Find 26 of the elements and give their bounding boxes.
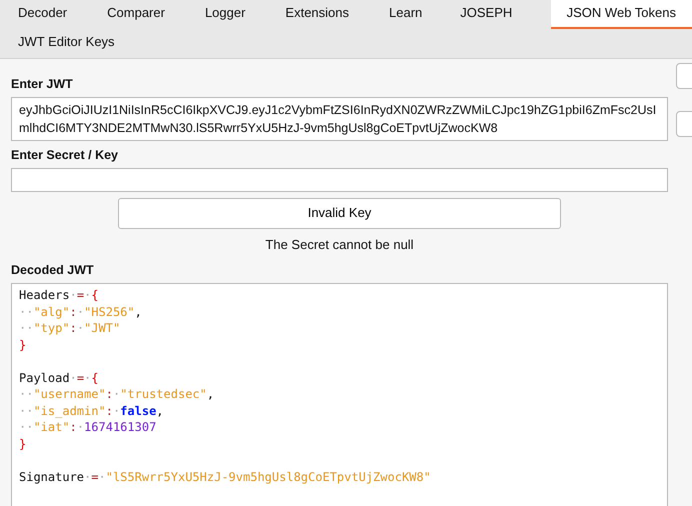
code-line: ··"is_admin":·false, (19, 402, 165, 419)
code-line: } (19, 336, 28, 353)
code-line: ··"username":·"trustedsec", (19, 386, 216, 402)
code-line: ··"iat":·1674161307 (19, 419, 158, 436)
jwt-input-field[interactable]: eyJhbGciOiJIUzI1NiIsInR5cCI6IkpXVCJ9.eyJ1c2VybmFtZSI6InRydXN0ZWRzZWMiLCJpc19hZG1pbiI6ZmFsc2UsImlhdCI6MTY3NDE2MTMwN30.lS5Rwrr5YxU5HzJ-9vm5hgUsl8gCoETpvtUjZwocKW8 (11, 97, 668, 141)
field-label: Decoded JWT (11, 263, 95, 278)
field-label: Enter JWT (11, 77, 74, 92)
tab[interactable]: JWT Editor Keys (0, 29, 115, 56)
code-line: Payload·=·{ (19, 370, 100, 386)
tab[interactable]: Learn (349, 0, 422, 29)
error-message: The Secret cannot be null (264, 237, 415, 253)
invalid-key-button[interactable]: Invalid Key (118, 198, 561, 229)
code-line: ··"alg":·"HS256", (19, 304, 143, 320)
code-line: } (19, 436, 28, 452)
tab[interactable]: JOSEPH (422, 0, 512, 29)
tab[interactable]: JSON Web Tokens (550, 0, 692, 29)
tab[interactable]: Comparer (67, 0, 165, 29)
code-line: Headers·=·{ (19, 287, 100, 304)
tab[interactable]: Logger (164, 0, 246, 29)
code-line: ··"typ":·"JWT" (19, 320, 122, 336)
decoded-jwt-editor[interactable]: Headers·=·{ ··"alg":·"HS256", ··"typ":·"JWT" } Payload·=·{ ··"username":·"trustedsec", ··"is_admin":·false, ··"iat":·1674161307 } Signature·=·"lS5Rwrr5YxU5HzJ-9vm5hgUsl8gCoETpvtUjZwocKW8" (11, 283, 668, 506)
tab[interactable]: Decoder (0, 0, 68, 29)
code-line: Signature·=·"lS5Rwrr5YxU5HzJ-9vm5hgUsl8gCoETpvtUjZwocKW8" (19, 468, 432, 485)
tab[interactable]: Extensions (245, 0, 350, 29)
secret-input-field[interactable] (11, 168, 668, 192)
field-label: Enter Secret / Key (11, 148, 119, 163)
